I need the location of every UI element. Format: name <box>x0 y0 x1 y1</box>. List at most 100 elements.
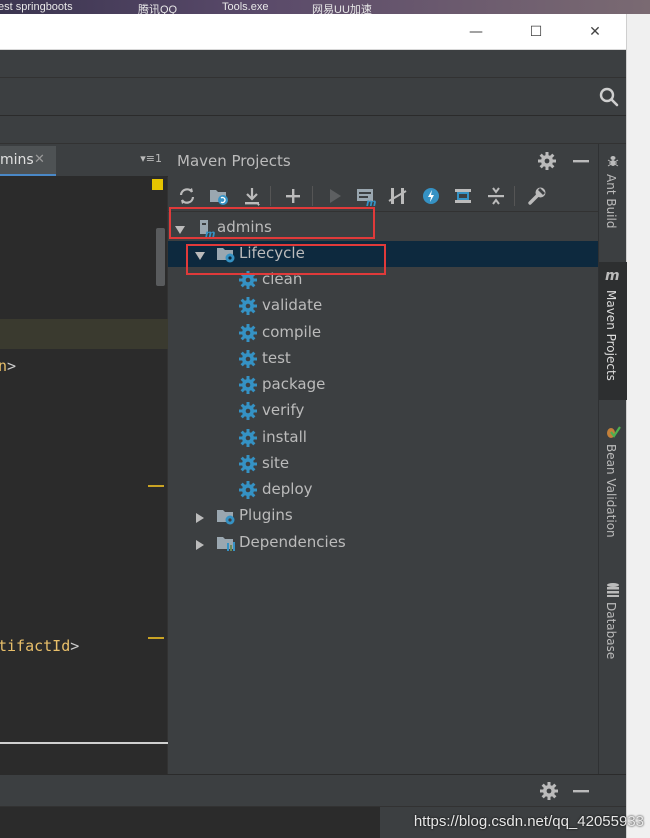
goal-gear-icon <box>238 375 258 395</box>
window-titlebar: — ☐ ✕ <box>0 14 626 50</box>
toolbar-separator <box>270 186 271 206</box>
database-tool-button[interactable]: Database <box>599 578 627 668</box>
tree-node-goal[interactable]: validate <box>168 293 598 319</box>
toggle-offline-icon[interactable] <box>387 185 409 207</box>
tree-node-label: Plugins <box>239 506 293 524</box>
tree-node-goal[interactable]: test <box>168 346 598 372</box>
ide-toolbar <box>0 78 626 116</box>
status-area <box>0 807 380 838</box>
tree-node-label: test <box>262 349 291 367</box>
tree-node-label: install <box>262 428 307 446</box>
show-dependencies-icon[interactable] <box>452 185 474 207</box>
bean-validation-tool-button[interactable]: Bean Validation <box>599 420 627 550</box>
ant-build-tool-button[interactable]: Ant Build <box>599 150 627 250</box>
code-editor[interactable]: mins ✕ ▾≡1 n> tifactId> <box>0 144 168 774</box>
tree-node-label: site <box>262 454 290 472</box>
goal-gear-icon <box>238 428 258 448</box>
collapse-all-icon[interactable] <box>485 185 507 207</box>
tree-node-label: verify <box>262 401 305 419</box>
editor-tab-bar: mins ✕ ▾≡1 <box>0 144 168 177</box>
dependencies-folder-icon <box>216 533 236 553</box>
tree-node-label: validate <box>262 296 323 314</box>
execute-goal-icon[interactable]: m <box>355 185 377 209</box>
tree-node-goal[interactable]: deploy <box>168 477 598 503</box>
ant-icon <box>605 154 621 170</box>
editor-scrollbar[interactable] <box>156 228 165 286</box>
close-tab-icon[interactable]: ✕ <box>34 146 45 174</box>
bean-validation-icon <box>605 424 621 440</box>
add-icon[interactable] <box>282 185 304 207</box>
goal-gear-icon <box>238 323 258 343</box>
tool-window-strip: Ant Build m Maven Projects Bean Validati… <box>598 144 627 774</box>
code-line: tifactId> <box>0 637 80 655</box>
bean-validation-label: Bean Validation <box>604 444 618 538</box>
expand-arrow-icon[interactable] <box>194 536 206 550</box>
desktop-item: 网易UU加速 <box>312 4 372 14</box>
close-button[interactable]: ✕ <box>583 20 607 44</box>
hide-panel-icon[interactable] <box>570 150 592 172</box>
tree-node-label: Dependencies <box>239 533 346 551</box>
gear-icon[interactable] <box>536 150 558 172</box>
annotation-highlight-box <box>186 244 386 275</box>
tree-node-goal[interactable]: package <box>168 372 598 398</box>
tree-node-label: deploy <box>262 480 313 498</box>
tree-node-label: compile <box>262 323 322 341</box>
generate-sources-icon[interactable] <box>208 185 230 207</box>
tree-node-goal[interactable]: site <box>168 451 598 477</box>
search-everywhere-icon[interactable] <box>598 86 620 108</box>
watermark-url: https://blog.csdn.net/qq_42055933 <box>413 813 644 830</box>
desktop-item: est springboots <box>0 1 73 13</box>
maven-projects-tool-button[interactable]: m Maven Projects <box>599 262 627 400</box>
ide-menu-bar <box>0 50 626 78</box>
expand-arrow-icon[interactable] <box>194 509 206 523</box>
tree-node-goal[interactable]: verify <box>168 398 598 424</box>
refresh-icon[interactable] <box>176 185 198 207</box>
ant-build-label: Ant Build <box>604 174 618 229</box>
current-line-highlight <box>0 319 168 349</box>
download-icon[interactable] <box>241 185 263 207</box>
minimize-button[interactable]: — <box>464 20 488 44</box>
editor-divider <box>0 742 168 744</box>
tab-list-menu[interactable]: ▾≡1 <box>140 152 162 165</box>
goal-gear-icon <box>238 349 258 369</box>
inspection-status-icon[interactable] <box>152 179 163 190</box>
change-marker[interactable] <box>148 485 164 487</box>
goal-gear-icon <box>238 480 258 500</box>
run-icon[interactable] <box>324 185 346 207</box>
bottom-tool-bar <box>0 774 626 806</box>
editor-tab[interactable]: mins ✕ <box>0 146 56 176</box>
tree-node-label: package <box>262 375 326 393</box>
hide-panel-icon[interactable] <box>570 780 592 802</box>
maven-projects-label: Maven Projects <box>604 290 618 381</box>
skip-tests-icon[interactable] <box>420 185 442 207</box>
tree-node-goal[interactable]: install <box>168 425 598 451</box>
svg-text:m: m <box>366 198 376 207</box>
gear-icon[interactable] <box>538 780 560 802</box>
maven-panel-header: Maven Projects <box>168 144 598 178</box>
maven-project-tree[interactable]: m admins Lifecycle clean validate compil… <box>168 214 598 774</box>
maven-projects-panel: Maven Projects m m admins Lifecycle clea… <box>168 144 598 774</box>
goal-gear-icon <box>238 454 258 474</box>
maximize-button[interactable]: ☐ <box>524 20 548 44</box>
tree-node-goal[interactable]: compile <box>168 320 598 346</box>
annotation-highlight-box <box>169 207 375 239</box>
database-label: Database <box>604 602 618 660</box>
desktop-item: 腾讯QQ <box>138 4 178 14</box>
tree-node-dependencies[interactable]: Dependencies <box>168 530 598 556</box>
maven-m-icon: m <box>605 268 620 284</box>
navigation-bar <box>0 116 626 144</box>
editor-tab-label: mins <box>0 152 34 168</box>
plugins-folder-icon <box>216 506 236 526</box>
goal-gear-icon <box>238 401 258 421</box>
database-icon <box>605 582 621 598</box>
settings-wrench-icon[interactable] <box>526 185 548 207</box>
goal-gear-icon <box>238 296 258 316</box>
toolbar-separator <box>312 186 313 206</box>
tree-node-plugins[interactable]: Plugins <box>168 503 598 529</box>
toolbar-separator <box>514 186 515 206</box>
desktop-taskbar-strip: est springboots 腾讯QQ Tools.exe 网易UU加速 <box>0 0 650 14</box>
code-line: n> <box>0 357 17 375</box>
change-marker[interactable] <box>148 637 164 639</box>
background-window <box>626 14 650 838</box>
desktop-item: Tools.exe <box>222 1 269 13</box>
